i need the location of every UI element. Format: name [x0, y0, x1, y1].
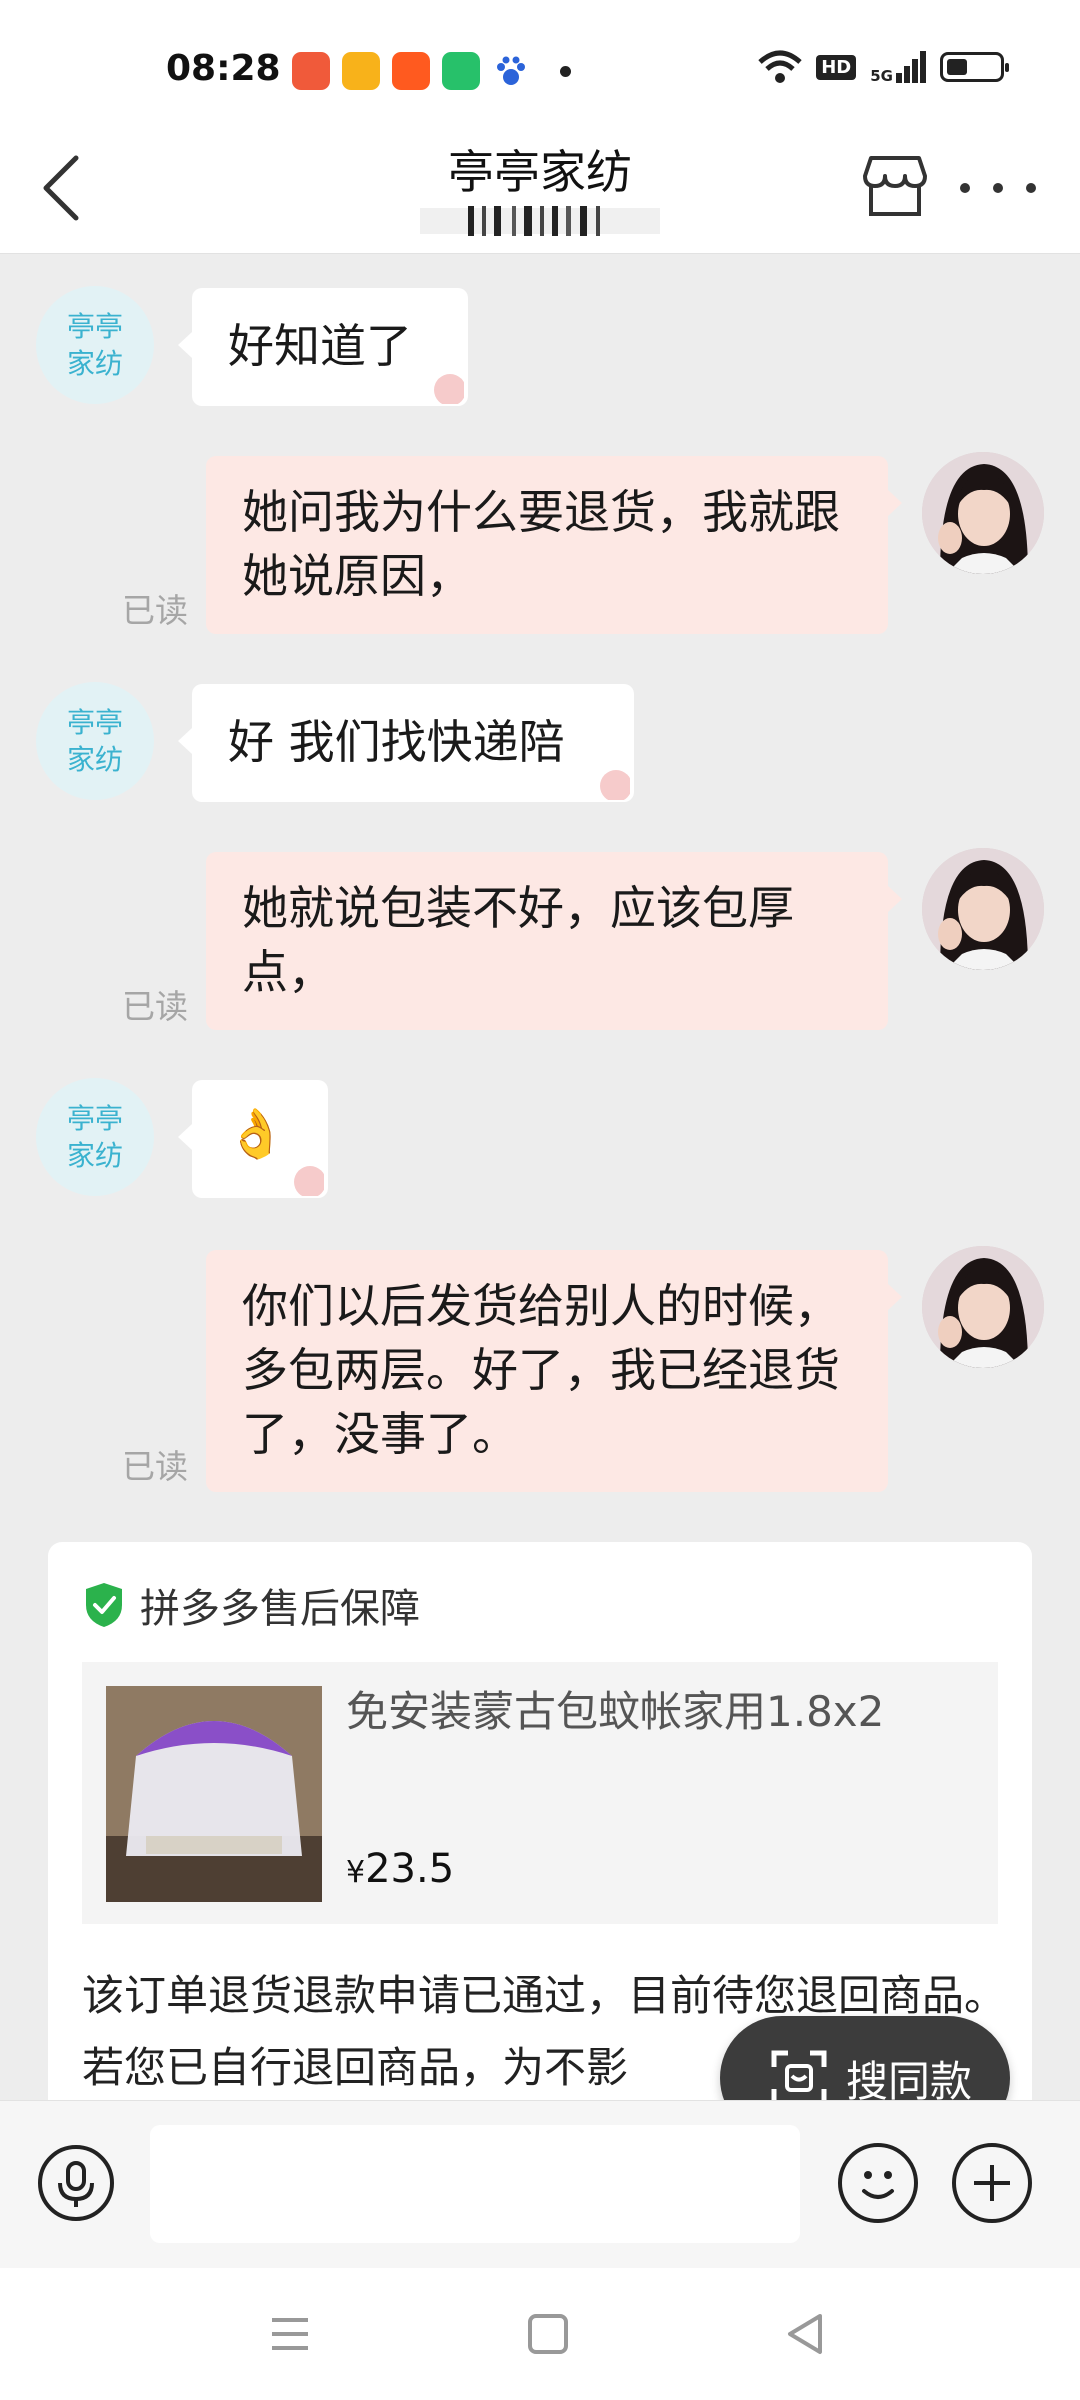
read-receipt: 已读	[122, 591, 188, 630]
message-bubble-user[interactable]: 你们以后发货给别人的时候，多包两层。好了，我已经退货了，没事了。	[206, 1250, 888, 1492]
status-bar: 08:28 HD 5G	[0, 0, 1080, 132]
baidu-paw-icon	[497, 56, 525, 85]
message-bubble-shop[interactable]: 👌	[192, 1080, 328, 1198]
card-header: 拼多多售后保障	[82, 1576, 420, 1634]
shop-avatar[interactable]: 亭亭 家纺	[36, 1078, 154, 1196]
emoji-button[interactable]	[838, 2143, 918, 2223]
user-avatar[interactable]	[922, 848, 1044, 970]
store-icon[interactable]	[857, 148, 933, 224]
redacted-subtitle	[420, 206, 660, 236]
plus-icon	[974, 2165, 1010, 2201]
shop-avatar[interactable]: 亭亭 家纺	[36, 286, 154, 404]
message-text: 好知道了	[228, 319, 412, 373]
app-icon-4	[442, 52, 480, 90]
product-price: ¥23.5	[346, 1846, 454, 1892]
shop-avatar-text: 亭亭 家纺	[66, 1102, 123, 1172]
user-avatar[interactable]	[922, 452, 1044, 574]
shop-avatar[interactable]: 亭亭 家纺	[36, 682, 154, 800]
message-text: 她就说包装不好，应该包厚点，	[242, 881, 794, 999]
message-bubble-shop[interactable]: 好 我们找快递陪	[192, 684, 634, 802]
notification-app-icons	[292, 52, 571, 90]
watermark-icon	[294, 1166, 324, 1196]
input-bar	[0, 2100, 1080, 2268]
more-options-icon[interactable]	[960, 178, 1036, 198]
watermark-icon	[434, 374, 464, 404]
message-text: 你们以后发货给别人的时候，多包两层。好了，我已经退货了，没事了。	[242, 1279, 840, 1461]
shop-avatar-text: 亭亭 家纺	[66, 706, 123, 776]
shop-avatar-text: 亭亭 家纺	[66, 310, 123, 380]
message-text: 好 我们找快递陪	[228, 715, 565, 769]
status-time: 08:28	[166, 48, 281, 89]
home-icon[interactable]	[522, 2308, 574, 2360]
more-actions-button[interactable]	[952, 2143, 1032, 2223]
message-bubble-user[interactable]: 她问我为什么要退货，我就跟她说原因，	[206, 456, 888, 634]
more-notifications-dot	[560, 65, 571, 77]
watermark-icon	[600, 770, 630, 800]
message-bubble-shop[interactable]: 好知道了	[192, 288, 468, 406]
voice-input-button[interactable]	[38, 2145, 114, 2221]
product-title: 免安装蒙古包蚊帐家用1.8x2	[346, 1687, 885, 1736]
read-receipt: 已读	[122, 1447, 188, 1486]
card-header-text: 拼多多售后保障	[140, 1586, 420, 1632]
read-receipt: 已读	[122, 987, 188, 1026]
hd-badge: HD	[816, 54, 857, 80]
scan-icon	[771, 2050, 827, 2106]
product-item[interactable]: 免安装蒙古包蚊帐家用1.8x2 ¥23.5	[82, 1662, 998, 1924]
back-nav-icon[interactable]	[780, 2308, 832, 2360]
app-icon-1	[292, 52, 330, 90]
system-nav-bar	[0, 2268, 1080, 2400]
message-input[interactable]	[150, 2125, 800, 2243]
recent-apps-icon[interactable]	[264, 2308, 316, 2360]
price-symbol: ¥	[346, 1855, 366, 1890]
shield-check-icon	[86, 1583, 122, 1627]
product-image	[106, 1686, 322, 1902]
message-text: 她问我为什么要退货，我就跟她说原因，	[242, 485, 840, 603]
wifi-icon	[758, 50, 802, 83]
app-icon-taobao	[392, 52, 430, 90]
smiley-icon	[862, 2171, 894, 2199]
cell-signal-icon: 5G	[870, 51, 926, 84]
message-bubble-user[interactable]: 她就说包装不好，应该包厚点，	[206, 852, 888, 1030]
user-avatar[interactable]	[922, 1246, 1044, 1368]
battery-icon	[940, 52, 1009, 82]
status-indicators: HD 5G	[758, 50, 1009, 84]
price-value: 23.5	[365, 1846, 455, 1892]
chat-header: 亭亭家纺	[0, 132, 1080, 254]
ok-hand-emoji: 👌	[226, 1106, 286, 1162]
microphone-icon	[58, 2161, 94, 2207]
app-icon-2	[342, 52, 380, 90]
